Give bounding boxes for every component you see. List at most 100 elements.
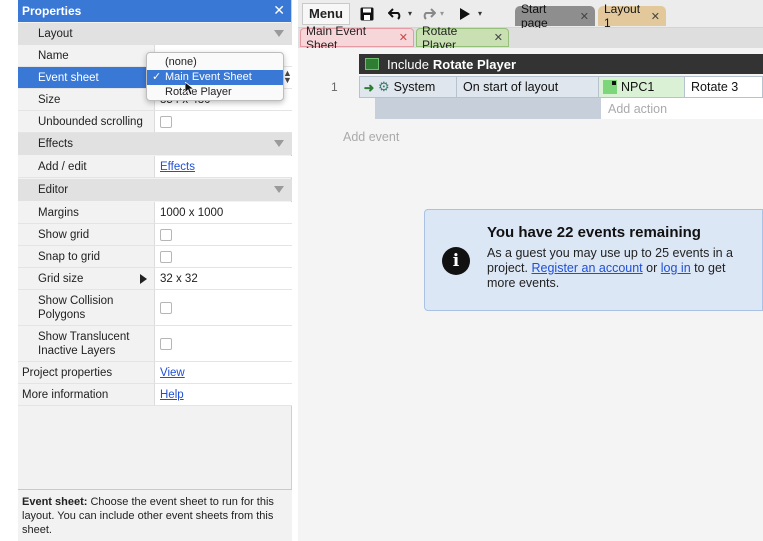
prop-label: Show grid bbox=[18, 224, 154, 246]
tab-start-page[interactable]: Start page ✕ bbox=[515, 2, 595, 30]
dropdown-option-main-event-sheet[interactable]: ✓ Main Event Sheet bbox=[147, 70, 283, 85]
tab-label: Start page bbox=[521, 2, 548, 30]
menu-button[interactable]: Menu bbox=[302, 2, 350, 25]
undo-icon[interactable] bbox=[387, 7, 404, 20]
grid-size-expand[interactable] bbox=[140, 268, 154, 290]
save-icon[interactable] bbox=[360, 7, 374, 21]
prop-label: Show Translucent Inactive Layers bbox=[18, 326, 154, 362]
tab-label: Layout 1 bbox=[604, 2, 641, 30]
expand-arrow-icon bbox=[140, 273, 147, 284]
margins-text: 1000 x 1000 bbox=[160, 206, 224, 219]
dropdown-option-none[interactable]: (none) bbox=[147, 55, 283, 70]
unbounded-checkbox[interactable] bbox=[160, 115, 172, 128]
tab-rotate-player[interactable]: Rotate Player ✕ bbox=[416, 24, 509, 52]
collision-checkbox[interactable] bbox=[160, 301, 172, 314]
margins-value[interactable]: 1000 x 1000 bbox=[154, 202, 292, 224]
prop-row-translucent: Show Translucent Inactive Layers bbox=[18, 326, 292, 362]
notice-body: As a guest you may use up to 25 events i… bbox=[487, 246, 757, 291]
select-arrows-icon: ▲ ▼ bbox=[283, 68, 292, 85]
category-editor[interactable]: Editor bbox=[18, 179, 292, 201]
show-grid-cell bbox=[154, 224, 292, 246]
prop-label: Project properties bbox=[18, 362, 154, 384]
prop-label: Grid size bbox=[18, 268, 140, 290]
condition-text[interactable]: On start of layout bbox=[456, 77, 598, 97]
close-icon[interactable]: ✕ bbox=[651, 10, 660, 23]
grid-size-text: 32 x 32 bbox=[160, 272, 198, 285]
event-sheet-view: Include Rotate Player 1 ➜ ⚙ System On st… bbox=[298, 48, 763, 541]
sprite-icon bbox=[603, 80, 617, 94]
event-block[interactable]: ➜ ⚙ System On start of layout NPC1 Rotat… bbox=[359, 76, 763, 98]
prop-label: Margins bbox=[18, 202, 154, 224]
include-prefix: Include bbox=[387, 56, 429, 72]
action-text[interactable]: Rotate 3 bbox=[684, 77, 762, 97]
prop-label: Unbounded scrolling bbox=[18, 111, 154, 133]
mouse-cursor-icon bbox=[185, 82, 195, 96]
show-grid-checkbox[interactable] bbox=[160, 228, 172, 241]
include-sheet-icon bbox=[365, 58, 379, 70]
category-layout[interactable]: Layout bbox=[18, 23, 292, 45]
gear-icon: ⚙ bbox=[378, 79, 390, 94]
properties-title-bar: Properties bbox=[18, 0, 291, 22]
unbounded-checkbox-cell bbox=[154, 111, 292, 133]
collapse-triangle-icon bbox=[274, 30, 284, 37]
close-icon[interactable]: ✕ bbox=[494, 31, 503, 44]
translucent-checkbox[interactable] bbox=[160, 337, 172, 350]
effects-link[interactable]: Effects bbox=[160, 161, 195, 173]
info-icon: i bbox=[442, 247, 470, 275]
prop-row-project-properties: Project properties View bbox=[18, 362, 292, 384]
action-object[interactable]: NPC1 bbox=[598, 77, 684, 97]
prop-label: Snap to grid bbox=[18, 246, 154, 268]
effects-cell: Effects bbox=[154, 156, 292, 178]
more-info-cell: Help bbox=[154, 384, 292, 406]
prop-row-more-info: More information Help bbox=[18, 384, 292, 406]
prop-label: Name bbox=[18, 45, 154, 67]
add-event-button[interactable]: Add event bbox=[343, 130, 399, 144]
login-link[interactable]: log in bbox=[661, 261, 691, 275]
close-icon[interactable]: ✕ bbox=[273, 2, 285, 19]
prop-row-snap-grid: Snap to grid bbox=[18, 246, 292, 268]
prop-row-grid-size: Grid size 32 x 32 bbox=[18, 268, 292, 290]
condition-object-name: System bbox=[393, 80, 436, 94]
event-sheet-dropdown[interactable]: (none) ✓ Main Event Sheet Rotate Player bbox=[146, 52, 284, 101]
action-object-name: NPC1 bbox=[621, 80, 655, 94]
prop-row-unbounded: Unbounded scrolling bbox=[18, 111, 292, 133]
snap-grid-checkbox[interactable] bbox=[160, 250, 172, 263]
view-link[interactable]: View bbox=[160, 367, 185, 379]
event-sheet-tab-bar: Main Event Sheet ✕ Rotate Player ✕ bbox=[298, 24, 763, 52]
close-icon[interactable]: ✕ bbox=[580, 10, 589, 23]
category-effects[interactable]: Effects bbox=[18, 133, 292, 155]
category-label: Effects bbox=[38, 138, 73, 150]
tab-main-event-sheet[interactable]: Main Event Sheet ✕ bbox=[300, 24, 414, 52]
add-action-button[interactable]: Add action bbox=[601, 98, 763, 119]
snap-grid-cell bbox=[154, 246, 292, 268]
notice-title: You have 22 events remaining bbox=[487, 224, 701, 241]
checkmark-icon: ✓ bbox=[152, 71, 162, 83]
grid-size-value[interactable]: 32 x 32 bbox=[154, 268, 292, 290]
category-label: Editor bbox=[38, 184, 69, 196]
register-link[interactable]: Register an account bbox=[531, 261, 642, 275]
play-icon[interactable] bbox=[459, 7, 470, 20]
play-menu-dot-icon[interactable]: ▾ bbox=[478, 9, 482, 18]
dropdown-option-rotate-player[interactable]: Rotate Player bbox=[147, 85, 283, 100]
condition-object[interactable]: ⚙ System bbox=[378, 77, 456, 97]
prop-row-margins: Margins 1000 x 1000 bbox=[18, 202, 292, 224]
prop-row-show-grid: Show grid bbox=[18, 224, 292, 246]
close-icon[interactable]: ✕ bbox=[399, 31, 408, 44]
help-link[interactable]: Help bbox=[160, 389, 184, 401]
category-label: Layout bbox=[38, 28, 73, 40]
properties-title: Properties bbox=[22, 4, 82, 18]
collision-cell bbox=[154, 290, 292, 326]
redo-menu-dot-icon[interactable]: ▾ bbox=[440, 9, 444, 18]
condition-empty-area[interactable] bbox=[375, 98, 601, 119]
option-label: (none) bbox=[165, 56, 197, 68]
tab-layout-1[interactable]: Layout 1 ✕ bbox=[598, 2, 666, 30]
prop-label: Add / edit bbox=[18, 156, 154, 178]
undo-menu-dot-icon[interactable]: ▾ bbox=[408, 9, 412, 18]
redo-icon[interactable] bbox=[420, 7, 436, 20]
include-row[interactable]: Include Rotate Player bbox=[359, 54, 763, 74]
translucent-label-line2: Inactive Layers bbox=[38, 344, 116, 357]
prop-label: Show Collision Polygons bbox=[18, 290, 154, 326]
notice-text-2: or bbox=[646, 261, 658, 275]
collision-label-line1: Show Collision bbox=[38, 294, 114, 307]
help-title: Event sheet: bbox=[22, 496, 88, 508]
